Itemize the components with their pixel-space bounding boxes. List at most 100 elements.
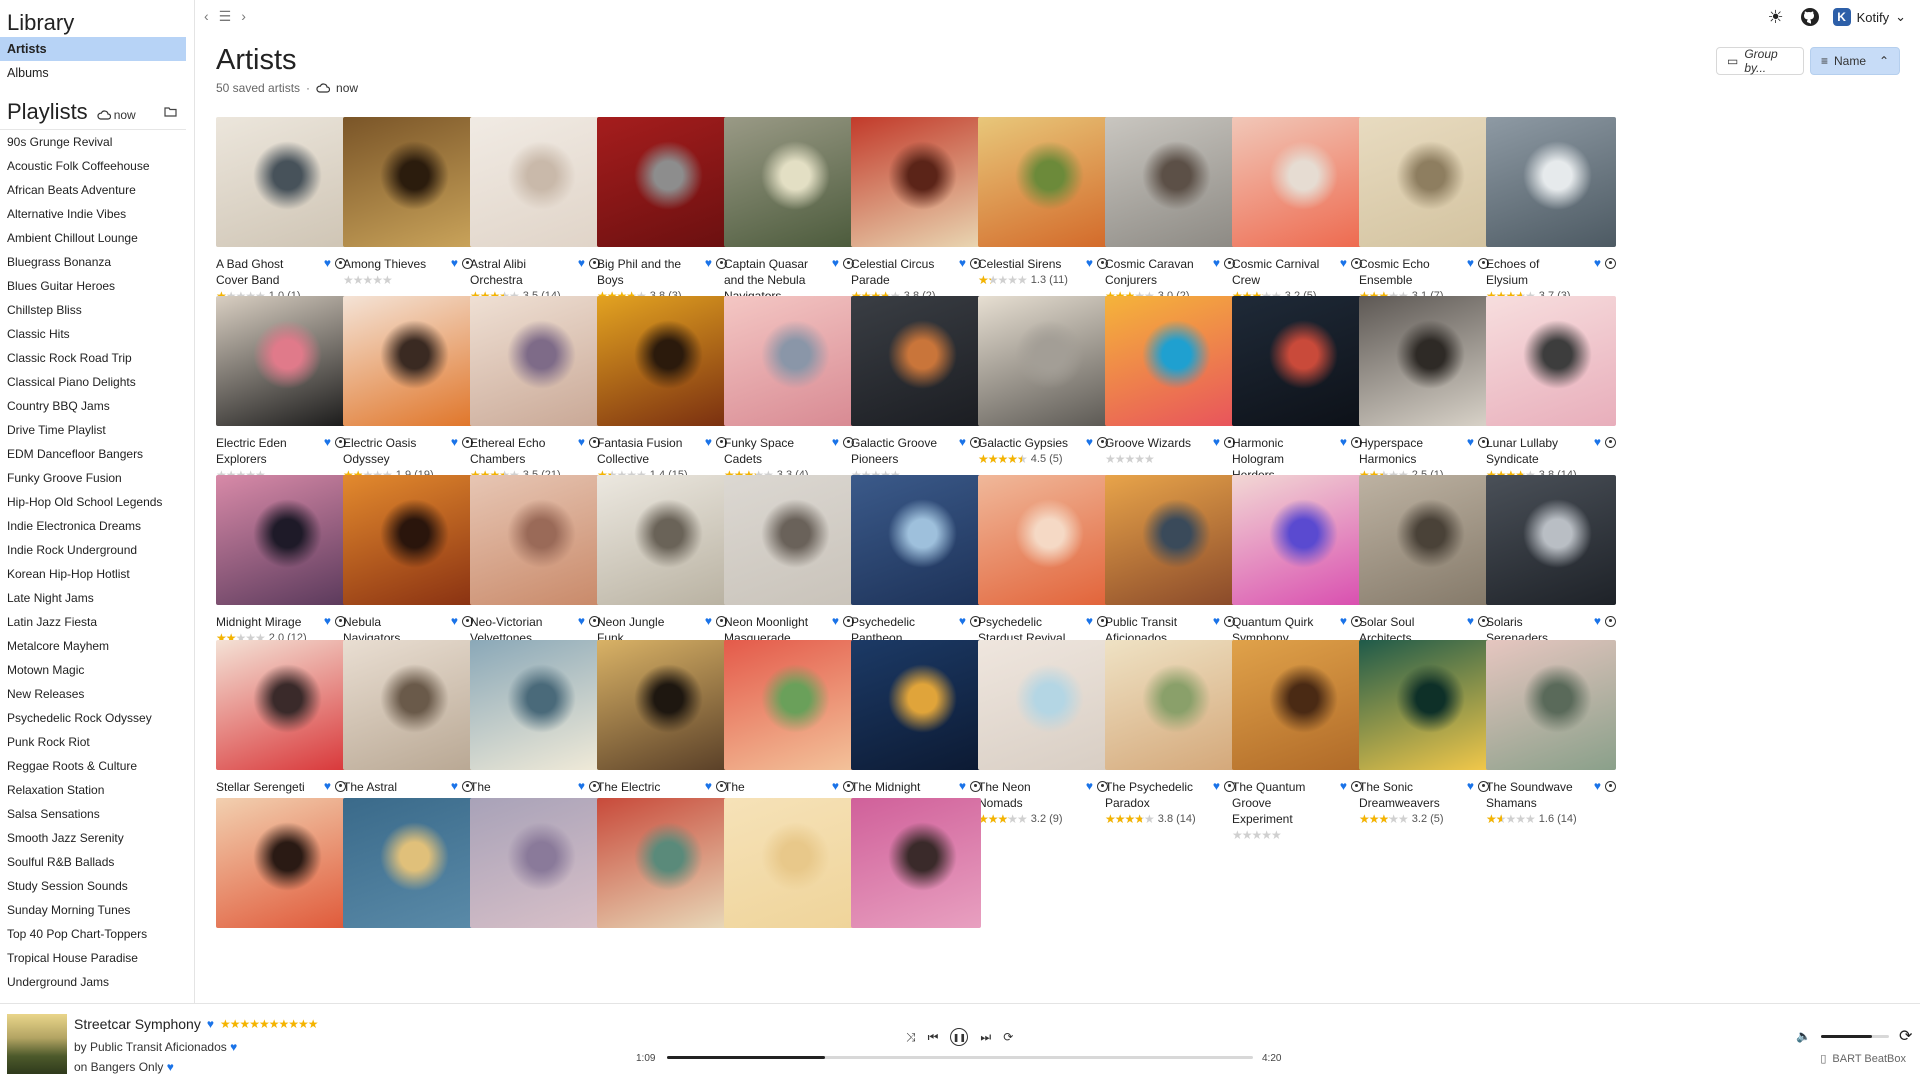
artist-artwork[interactable] [1105,117,1235,247]
artist-artwork[interactable] [343,475,473,605]
artist-card[interactable]: Public Transit Aficionados♥★★★★★★★★★★4.8… [1105,475,1235,662]
forward-icon[interactable]: › [241,8,246,25]
group-by-button[interactable]: ▭ Group by... [1716,47,1804,75]
heart-icon[interactable]: ♥ [578,779,585,793]
rating-stars[interactable]: ★★★★★★★★★★ [1232,827,1282,843]
playlist-item[interactable]: Ambient Chillout Lounge [0,226,186,250]
artist-artwork[interactable] [343,798,473,928]
artist-artwork[interactable] [851,475,981,605]
artist-card[interactable]: Cosmic Carnival Crew♥★★★★★★★★★★3.2 (5) [1232,117,1362,304]
track-title[interactable]: Streetcar Symphony [74,1016,201,1032]
heart-icon[interactable]: ♥ [1213,779,1220,793]
artist-name[interactable]: Echoes of Elysium [1486,256,1580,288]
artist-artwork[interactable] [1105,640,1235,770]
playlist-item[interactable]: Classic Rock Road Trip [0,346,186,370]
playlist-item[interactable]: Korean Hip-Hop Hotlist [0,562,186,586]
radio-icon[interactable] [1605,615,1616,627]
playlist-item[interactable]: Reggae Roots & Culture [0,754,186,778]
pause-button[interactable]: ❚❚ [950,1028,969,1046]
artist-artwork[interactable] [724,798,854,928]
artist-card[interactable]: Psychedelic Pantheon♥★★★★★★★★★★3.0 (25) [851,475,981,662]
nav-item-albums[interactable]: Albums [0,61,186,85]
artist-card[interactable]: Groove Wizards ♥ ★★★★★★★★★★ [1105,296,1235,467]
artist-name[interactable]: Funky Space Cadets [724,435,818,467]
artist-artwork[interactable] [216,296,346,426]
shuffle-icon[interactable]: ⤨ [906,1030,916,1045]
playlist-item[interactable]: Metalcore Mayhem [0,634,186,658]
artist-card[interactable]: Electric Eden Explorers♥★★★★★★★★★★ [216,296,346,483]
rating-stars[interactable]: ★★★★★★★★★★ [978,451,1028,467]
heart-icon[interactable]: ♥ [1213,435,1220,449]
heart-icon[interactable]: ♥ [1213,614,1220,628]
heart-icon[interactable]: ♥ [832,614,839,628]
artist-name[interactable]: Electric Eden Explorers [216,435,310,467]
artist-name[interactable]: The Sonic Dreamweavers [1359,779,1453,811]
artist-card[interactable]: Neon Moonlight Masquerade♥★★★★★★★★★★4.4 … [724,475,854,662]
heart-icon[interactable]: ♥ [167,1060,174,1074]
heart-icon[interactable]: ♥ [324,435,331,449]
artist-artwork[interactable] [1486,640,1616,770]
artist-artwork[interactable] [851,798,981,928]
playlist-item[interactable]: Underground Jams [0,970,186,994]
artist-artwork[interactable] [724,475,854,605]
artist-artwork[interactable] [470,798,600,928]
heart-icon[interactable]: ♥ [705,614,712,628]
heart-icon[interactable]: ♥ [705,256,712,270]
heart-icon[interactable]: ♥ [451,435,458,449]
playlist-item[interactable]: Chillstep Bliss [0,298,186,322]
playlist-item[interactable]: Sunday Morning Tunes [0,898,186,922]
artist-line[interactable]: by Public Transit Aficionados [74,1040,227,1054]
playlist-item[interactable]: New Releases [0,682,186,706]
artist-card[interactable]: Cosmic Echo Ensemble♥★★★★★★★★★★3.1 (7) [1359,117,1489,304]
artist-artwork[interactable] [597,798,727,928]
artist-card[interactable]: Cosmic Caravan Conjurers♥★★★★★★★★★★3.0 (… [1105,117,1235,304]
artist-card[interactable]: Solar Soul Architects♥★★★★★★★★★★2.2 (18) [1359,475,1489,662]
artist-card[interactable]: The Quantum Groove Experiment ♥ ★★★★★★★★★★ [1232,640,1362,843]
artist-card[interactable]: Midnight Mirage♥★★★★★★★★★★2.0 (12) [216,475,346,646]
artist-artwork[interactable] [978,296,1108,426]
theme-sun-icon[interactable]: ☀ [1765,6,1787,28]
artist-artwork[interactable] [1486,296,1616,426]
heart-icon[interactable]: ♥ [207,1017,214,1031]
heart-icon[interactable]: ♥ [451,256,458,270]
playlist-item[interactable]: Country BBQ Jams [0,394,186,418]
artist-name[interactable]: Ethereal Echo Chambers [470,435,564,467]
artist-card[interactable]: Captain Quasar and the Nebula Navigators… [724,117,854,320]
artist-artwork[interactable] [216,117,346,247]
heart-icon[interactable]: ♥ [832,435,839,449]
artist-artwork[interactable] [1359,475,1489,605]
heart-icon[interactable]: ♥ [959,256,966,270]
artist-name[interactable]: The Soundwave Shamans [1486,779,1580,811]
nav-item-artists[interactable]: Artists [0,37,186,61]
playlist-item[interactable]: Acoustic Folk Coffeehouse [0,154,186,178]
heart-icon[interactable]: ♥ [1467,256,1474,270]
artist-card[interactable]: Harmonic Hologram Herders♥★★★★★★★★★★2.2 … [1232,296,1362,499]
next-icon[interactable]: ⏭ [980,1030,991,1045]
artist-card[interactable] [343,798,473,928]
output-device[interactable]: ▯ BART BeatBox [1820,1052,1906,1066]
artist-name[interactable]: Cosmic Echo Ensemble [1359,256,1453,288]
artist-name[interactable]: Galactic Gypsies [978,435,1072,451]
artist-card[interactable]: Funky Space Cadets♥★★★★★★★★★★3.3 (4) [724,296,854,483]
heart-icon[interactable]: ♥ [1086,614,1093,628]
artist-artwork[interactable] [216,640,346,770]
playlist-item[interactable]: Top 40 Pop Chart-Toppers [0,922,186,946]
playlist-item[interactable]: Classic Hits [0,322,186,346]
playlist-item[interactable]: Blues Guitar Heroes [0,274,186,298]
playlist-item[interactable]: Psychedelic Rock Odyssey [0,706,186,730]
previous-icon[interactable]: ⏮ [928,1030,939,1045]
heart-icon[interactable]: ♥ [1086,779,1093,793]
artist-artwork[interactable] [470,296,600,426]
heart-icon[interactable]: ♥ [1594,435,1601,449]
artist-card[interactable]: A Bad Ghost Cover Band♥★★★★★★★★★★1.0 (1) [216,117,346,304]
artist-artwork[interactable] [1232,640,1362,770]
speaker-icon[interactable]: 🔈 [1796,1029,1811,1043]
artist-name[interactable]: The Neon Nomads [978,779,1072,811]
artist-artwork[interactable] [1486,475,1616,605]
artist-artwork[interactable] [978,475,1108,605]
heart-icon[interactable]: ♥ [1594,256,1601,270]
artist-card[interactable] [597,798,727,928]
heart-icon[interactable]: ♥ [1340,256,1347,270]
artist-card[interactable]: The Psychedelic Paradox ♥ ★★★★★★★★★★3.8 (1… [1105,640,1235,827]
heart-icon[interactable]: ♥ [451,779,458,793]
